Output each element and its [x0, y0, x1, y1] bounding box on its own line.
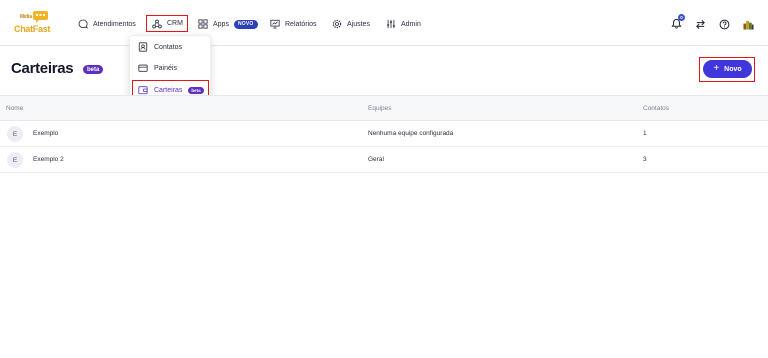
table-header: Nome Equipes Contatos: [0, 95, 768, 121]
top-navigation: Mídia ChatFast Atendimentos CRM Apps NOV…: [0, 0, 768, 46]
nav-item-label: Admin: [401, 20, 421, 28]
new-button-label: Novo: [724, 65, 742, 73]
new-wallet-button[interactable]: + Novo: [703, 60, 752, 78]
nav-item-label: Relatórios: [285, 20, 317, 28]
panels-icon: [138, 64, 148, 72]
logo-bubble-icon: [33, 11, 48, 23]
notifications-button[interactable]: 0: [671, 13, 685, 31]
wallet-name: Exemplo 2: [33, 156, 64, 163]
beta-badge: beta: [188, 86, 204, 94]
nav-item-atendimentos[interactable]: Atendimentos: [78, 15, 136, 33]
nav-item-label: Ajustes: [347, 20, 370, 28]
column-header-contatos[interactable]: Contatos: [643, 105, 669, 112]
menu-item-label: Contatos: [154, 43, 183, 51]
contact-card-icon: [138, 42, 148, 52]
menu-item-contatos[interactable]: Contatos: [138, 40, 182, 54]
nav-item-apps[interactable]: Apps NOVO: [198, 15, 258, 33]
chat-bubble-icon: [78, 19, 88, 29]
apps-grid-icon: [198, 19, 208, 29]
nav-item-admin[interactable]: Admin: [386, 15, 421, 33]
page-title: Carteiras: [11, 60, 74, 77]
plus-icon: +: [713, 62, 720, 74]
wallet-name: Exemplo: [33, 130, 59, 137]
nav-item-label: Apps: [213, 20, 229, 28]
logo-subtext: Mídia: [20, 14, 32, 20]
wallet-contacts-count: 1: [643, 130, 647, 137]
menu-item-label: Painéis: [154, 64, 177, 72]
menu-item-label: Carteiras: [154, 86, 183, 94]
nav-item-relatorios[interactable]: Relatórios: [270, 15, 317, 33]
wallet-icon: [138, 86, 148, 95]
header-actions: 0: [671, 13, 754, 33]
avatar: E: [7, 126, 23, 142]
reports-icon: [270, 19, 280, 29]
column-header-equipes[interactable]: Equipes: [368, 105, 392, 112]
swap-arrows-icon[interactable]: [695, 19, 706, 30]
wallet-teams: Nenhuma equipe configurada: [368, 130, 454, 137]
notification-count-badge: 0: [678, 13, 685, 21]
user-avatar[interactable]: [743, 19, 754, 30]
nav-item-label: CRM: [167, 20, 183, 27]
nav-item-crm[interactable]: CRM: [146, 15, 188, 32]
crm-nodes-icon: [152, 19, 162, 28]
menu-item-paineis[interactable]: Painéis: [138, 61, 177, 75]
wallets-table: Nome Equipes Contatos E Exemplo Nenhuma …: [0, 95, 768, 173]
column-header-nome[interactable]: Nome: [6, 105, 23, 112]
wallet-contacts-count: 3: [643, 156, 647, 163]
table-row[interactable]: E Exemplo Nenhuma equipe configurada 1: [0, 121, 768, 147]
nav-item-ajustes[interactable]: Ajustes: [332, 15, 370, 33]
help-icon[interactable]: [719, 19, 730, 30]
table-row[interactable]: E Exemplo 2 Geral 3: [0, 147, 768, 173]
avatar: E: [7, 152, 23, 168]
gear-icon: [332, 19, 342, 29]
chatfast-logo[interactable]: Mídia ChatFast: [13, 11, 53, 35]
logo-text: ChatFast: [14, 24, 51, 34]
crm-dropdown-menu: Contatos Painéis Carteiras beta: [129, 35, 211, 101]
wallet-teams: Geral: [368, 156, 384, 163]
new-badge: NOVO: [233, 19, 258, 29]
beta-badge: beta: [83, 65, 104, 74]
sliders-icon: [387, 19, 395, 29]
nav-item-label: Atendimentos: [93, 20, 136, 28]
